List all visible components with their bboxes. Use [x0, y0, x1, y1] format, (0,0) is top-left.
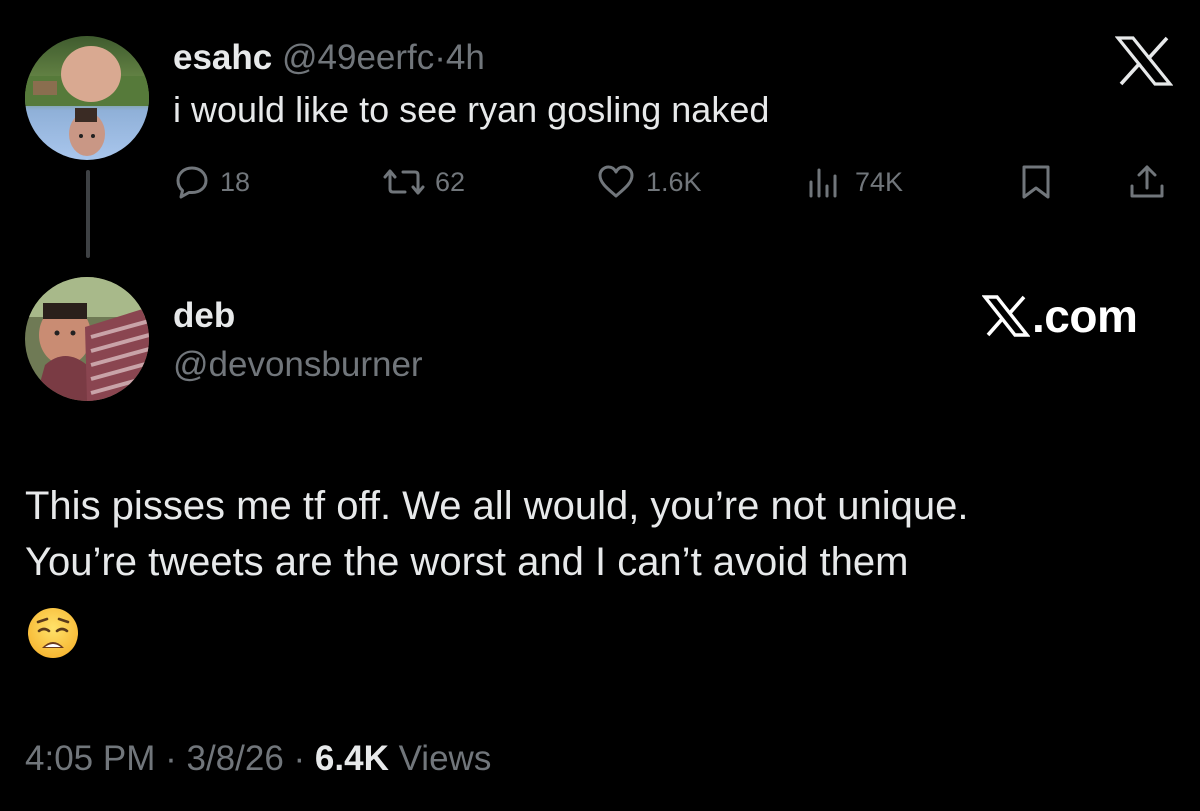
repost-action[interactable]: 62	[383, 160, 465, 204]
thread-connector-line	[86, 170, 90, 258]
reply-handle[interactable]: @devonsburner	[173, 344, 423, 386]
reply-count: 18	[220, 166, 251, 197]
profile-photo-icon	[25, 36, 149, 160]
views-count: 74K	[855, 166, 904, 197]
tweet-time[interactable]: 4:05 PM	[25, 739, 155, 778]
repost-count: 62	[435, 166, 466, 197]
reply-display-name[interactable]: deb	[173, 295, 235, 337]
parent-timestamp[interactable]: 4h	[446, 38, 485, 77]
weary-face-emoji-icon	[26, 606, 80, 660]
tweet-footer: 4:05 PM · 3/8/26 · 6.4K Views	[25, 737, 491, 781]
x-com-brand[interactable]: .com	[982, 290, 1138, 342]
like-count: 1.6K	[646, 166, 702, 197]
footer-separator: ·	[165, 739, 177, 778]
footer-views-label: Views	[398, 739, 492, 778]
reply-avatar[interactable]	[25, 277, 149, 401]
bookmark-icon	[1022, 165, 1050, 199]
parent-display-name[interactable]: esahc	[173, 38, 272, 77]
profile-photo-icon	[25, 277, 149, 401]
reply-tweet-text: This pisses me tf off. We all would, you…	[25, 478, 1175, 590]
header-separator: ·	[434, 38, 446, 77]
parent-handle[interactable]: @49eerfc	[282, 38, 434, 77]
views-action[interactable]: 74K	[805, 160, 903, 204]
x-logo-icon[interactable]	[1114, 36, 1174, 86]
x-com-domain-text: .com	[1032, 290, 1138, 342]
share-action[interactable]	[1127, 160, 1167, 204]
comment-icon	[176, 166, 208, 199]
repost-icon	[383, 169, 425, 195]
parent-avatar[interactable]	[25, 36, 149, 160]
parent-tweet-text: i would like to see ryan gosling naked	[173, 89, 770, 130]
reply-action[interactable]: 18	[174, 160, 250, 204]
share-icon	[1130, 165, 1164, 198]
like-action[interactable]: 1.6K	[596, 160, 702, 204]
footer-separator: ·	[293, 739, 306, 778]
tweet-date[interactable]: 3/8/26	[186, 739, 283, 778]
analytics-icon	[809, 168, 837, 198]
heart-icon	[598, 165, 634, 198]
reply-text-line-1: This pisses me tf off. We all would, you…	[25, 484, 969, 528]
reply-text-line-2: You’re tweets are the worst and I can’t …	[25, 540, 909, 584]
footer-views-count: 6.4K	[314, 739, 389, 778]
bookmark-action[interactable]	[1018, 160, 1054, 204]
parent-tweet-header: esahc @49eerfc·4h	[173, 38, 485, 78]
x-brand-mark-icon	[982, 295, 1030, 337]
